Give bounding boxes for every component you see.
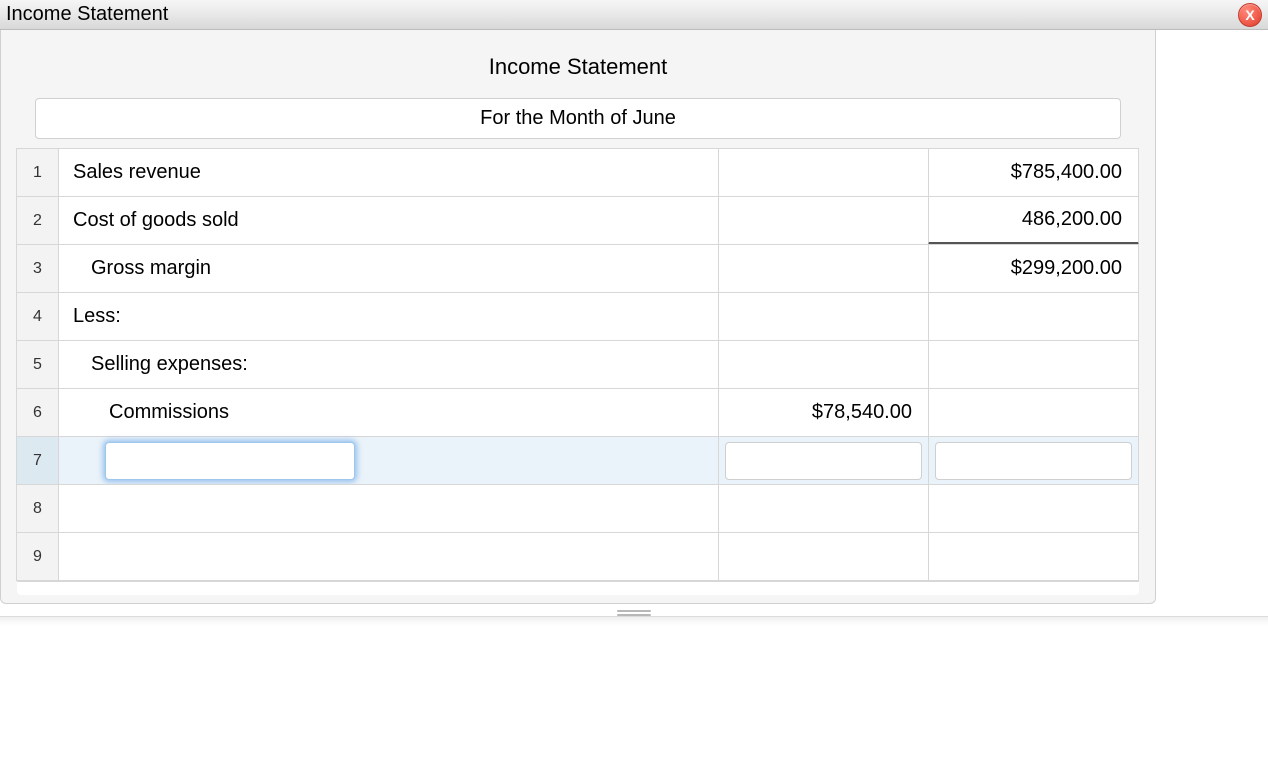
grid-footer <box>17 581 1139 595</box>
row-label: Less: <box>58 292 719 341</box>
row-amount-col2[interactable] <box>718 532 929 581</box>
page-title: Income Statement <box>17 40 1139 98</box>
row-label-input-cell <box>58 436 719 485</box>
row-amount-col2 <box>718 196 929 245</box>
row-number: 1 <box>16 148 59 197</box>
row-amount-col3[interactable] <box>928 484 1139 533</box>
row-label: Commissions <box>58 388 719 437</box>
row-amount-col2 <box>718 148 929 197</box>
row-col3-input-cell <box>928 436 1139 485</box>
row-label[interactable] <box>58 532 719 581</box>
row-amount-col2[interactable] <box>718 484 929 533</box>
row-number: 3 <box>16 244 59 293</box>
row-amount-col2: $78,540.00 <box>718 388 929 437</box>
row-number: 5 <box>16 340 59 389</box>
statement-grid: 1Sales revenue $785,400.00 2Cost of goods … <box>17 149 1139 581</box>
close-icon: X <box>1245 7 1254 23</box>
row-label: Selling expenses: <box>58 340 719 389</box>
row-amount-col3: 486,200.00 <box>928 196 1139 245</box>
row-number: 8 <box>16 484 59 533</box>
row-amount-col2 <box>718 292 929 341</box>
titlebar: Income Statement X <box>0 0 1268 30</box>
row-amount-col3 <box>928 340 1139 389</box>
divider <box>0 616 1268 626</box>
row-amount-col3[interactable] <box>928 532 1139 581</box>
row-col2-input-cell <box>718 436 929 485</box>
row-amount-col3 <box>928 388 1139 437</box>
row-amount-col3 <box>928 292 1139 341</box>
content-panel: Income Statement For the Month of June 1… <box>0 30 1156 604</box>
window: Income Statement X Income Statement For … <box>0 0 1268 626</box>
window-title: Income Statement <box>6 3 168 26</box>
row-col3-input[interactable] <box>935 442 1132 480</box>
row-amount-col2 <box>718 340 929 389</box>
row-number: 2 <box>16 196 59 245</box>
row-label: Cost of goods sold <box>58 196 719 245</box>
close-button[interactable]: X <box>1238 3 1262 27</box>
row-number: 6 <box>16 388 59 437</box>
row-number: 4 <box>16 292 59 341</box>
row-number: 9 <box>16 532 59 581</box>
row-label: Gross margin <box>58 244 719 293</box>
resize-handle[interactable] <box>614 610 654 616</box>
row-label: Sales revenue <box>58 148 719 197</box>
row-number: 7 <box>16 436 59 485</box>
row-amount-col3: $299,200.00 <box>928 244 1139 293</box>
row-amount-col2 <box>718 244 929 293</box>
row-label[interactable] <box>58 484 719 533</box>
period-box: For the Month of June <box>35 98 1121 139</box>
row-amount-col3: $785,400.00 <box>928 148 1139 197</box>
row-label-input[interactable] <box>105 442 355 480</box>
row-col2-input[interactable] <box>725 442 922 480</box>
